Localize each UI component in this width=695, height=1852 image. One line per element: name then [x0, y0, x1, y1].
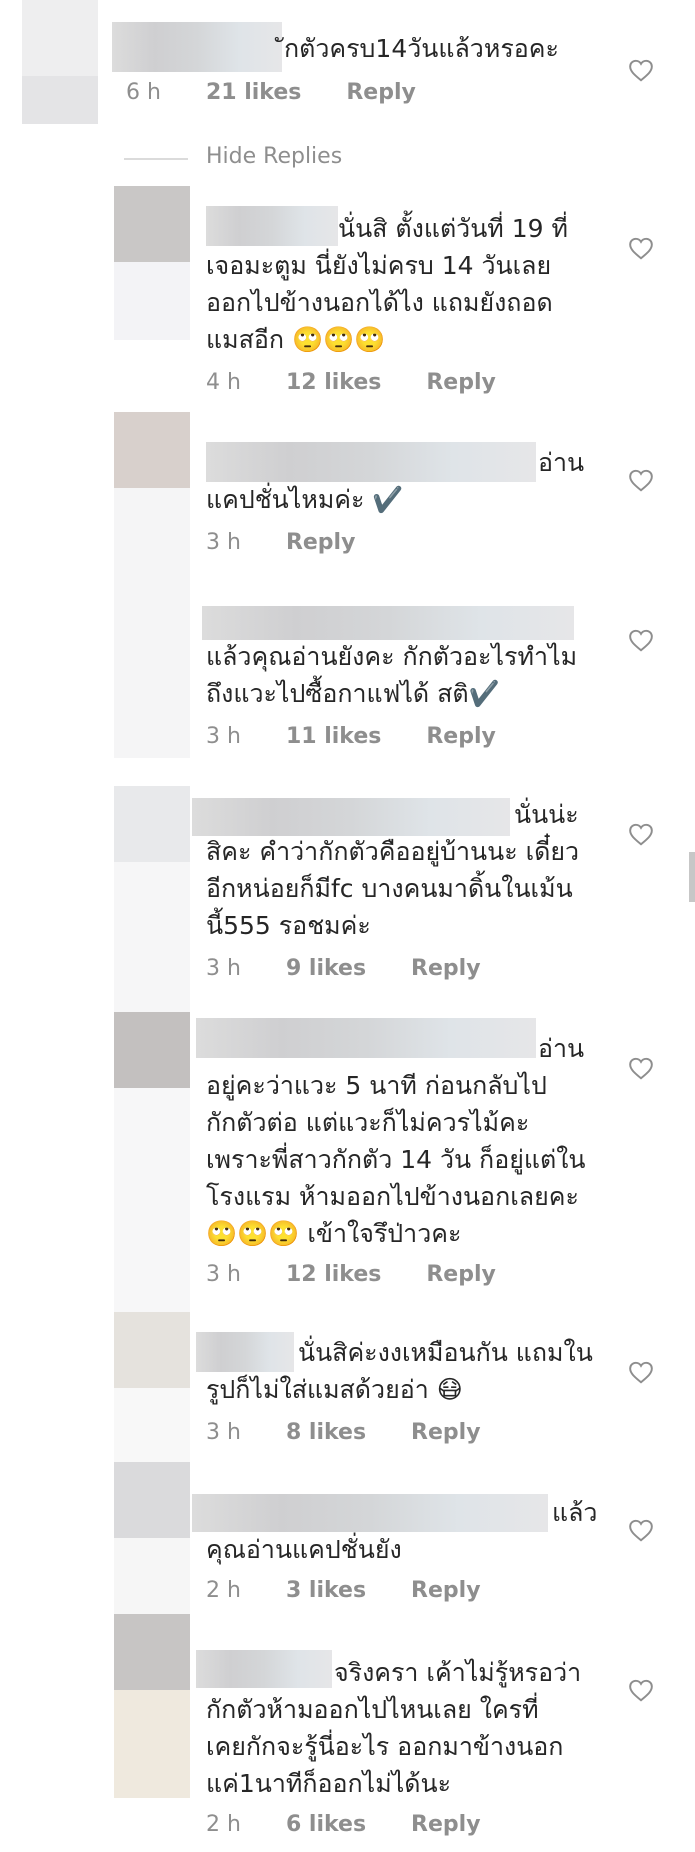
- parent-time: 6 h: [126, 80, 161, 105]
- parent-meta: 6 h 21 likes Reply: [126, 80, 454, 105]
- reply-meta: 3 h 11 likes Reply: [206, 724, 534, 749]
- heart-outline-icon[interactable]: [628, 58, 654, 82]
- parent-username-blurred[interactable]: [112, 22, 282, 72]
- reply-time: 3 h: [206, 1420, 241, 1445]
- heart-outline-icon[interactable]: [628, 1056, 654, 1080]
- parent-comment-text: ักตัวครบ14วันแล้วหรอคะ: [284, 34, 559, 63]
- reply-time: 3 h: [206, 724, 241, 749]
- parent-avatar[interactable]: [22, 0, 98, 124]
- heart-outline-icon[interactable]: [628, 1360, 654, 1384]
- reply-avatar[interactable]: [114, 786, 190, 1058]
- reply-avatar[interactable]: [114, 1012, 190, 1348]
- reply-username-blurred[interactable]: [202, 606, 574, 640]
- reply-meta: 4 h 12 likes Reply: [206, 370, 534, 395]
- hide-replies-button[interactable]: Hide Replies: [206, 144, 342, 169]
- reply-meta: 2 h 3 likes Reply: [206, 1578, 519, 1603]
- reply-meta: 3 h Reply: [206, 530, 393, 555]
- reply-text: นั่นสิ ตั้งแต่วันที่ 19 ที่ เจอมะตูม นี่…: [206, 214, 568, 354]
- reply-text: อ่าน แคปชั่นไหมค่ะ ✔️: [206, 448, 585, 514]
- scrollbar-thumb[interactable]: [689, 852, 695, 902]
- reply-avatar[interactable]: [114, 1312, 190, 1500]
- parent-likes[interactable]: 21 likes: [206, 80, 301, 105]
- reply-time: 4 h: [206, 370, 241, 395]
- hide-replies-divider: [124, 158, 188, 160]
- reply-avatar[interactable]: [114, 186, 190, 340]
- reply-avatar[interactable]: [114, 1614, 190, 1798]
- reply-text: นั่นสิค่ะงงเหมือนกัน แถมใน รูปก็ไม่ใส่แม…: [206, 1338, 593, 1404]
- reply-likes[interactable]: 12 likes: [286, 370, 381, 395]
- reply-reply-button[interactable]: Reply: [286, 530, 356, 555]
- heart-outline-icon[interactable]: [628, 1678, 654, 1702]
- reply-reply-button[interactable]: Reply: [426, 724, 496, 749]
- heart-outline-icon[interactable]: [628, 822, 654, 846]
- reply-time: 3 h: [206, 1262, 241, 1287]
- reply-text: นั่นน่ะ สิคะ คำว่ากักตัวคืออยู่บ้านนะ เด…: [206, 800, 580, 940]
- reply-time: 3 h: [206, 956, 241, 981]
- reply-meta: 2 h 6 likes Reply: [206, 1812, 519, 1837]
- heart-outline-icon[interactable]: [628, 236, 654, 260]
- reply-reply-button[interactable]: Reply: [411, 1812, 481, 1837]
- reply-time: 2 h: [206, 1578, 241, 1603]
- parent-reply-button[interactable]: Reply: [346, 80, 416, 105]
- reply-likes[interactable]: 8 likes: [286, 1420, 366, 1445]
- heart-outline-icon[interactable]: [628, 628, 654, 652]
- reply-time: 2 h: [206, 1812, 241, 1837]
- reply-likes[interactable]: 11 likes: [286, 724, 381, 749]
- reply-likes[interactable]: 12 likes: [286, 1262, 381, 1287]
- reply-reply-button[interactable]: Reply: [411, 1420, 481, 1445]
- reply-reply-button[interactable]: Reply: [411, 956, 481, 981]
- reply-text: จริงครา เค้าไม่รู้หรอว่า กักตัวห้ามออกไป…: [206, 1658, 582, 1798]
- reply-text: แล้วคุณอ่านยังคะ กักตัวอะไรทำไม ถึงแวะไป…: [206, 642, 578, 708]
- reply-reply-button[interactable]: Reply: [426, 1262, 496, 1287]
- reply-likes[interactable]: 3 likes: [286, 1578, 366, 1603]
- reply-text: อ่าน อยู่คะว่าแวะ 5 นาที ก่อนกลับไป กักต…: [206, 1034, 586, 1248]
- reply-meta: 3 h 9 likes Reply: [206, 956, 519, 981]
- reply-likes[interactable]: 9 likes: [286, 956, 366, 981]
- reply-reply-button[interactable]: Reply: [426, 370, 496, 395]
- reply-avatar[interactable]: [114, 1462, 190, 1650]
- reply-time: 3 h: [206, 530, 241, 555]
- reply-avatar[interactable]: [114, 412, 190, 758]
- reply-meta: 3 h 8 likes Reply: [206, 1420, 519, 1445]
- heart-outline-icon[interactable]: [628, 1518, 654, 1542]
- heart-outline-icon[interactable]: [628, 468, 654, 492]
- reply-reply-button[interactable]: Reply: [411, 1578, 481, 1603]
- reply-meta: 3 h 12 likes Reply: [206, 1262, 534, 1287]
- reply-text: แล้ว คุณอ่านแคปชั่นยัง: [206, 1498, 598, 1564]
- reply-likes[interactable]: 6 likes: [286, 1812, 366, 1837]
